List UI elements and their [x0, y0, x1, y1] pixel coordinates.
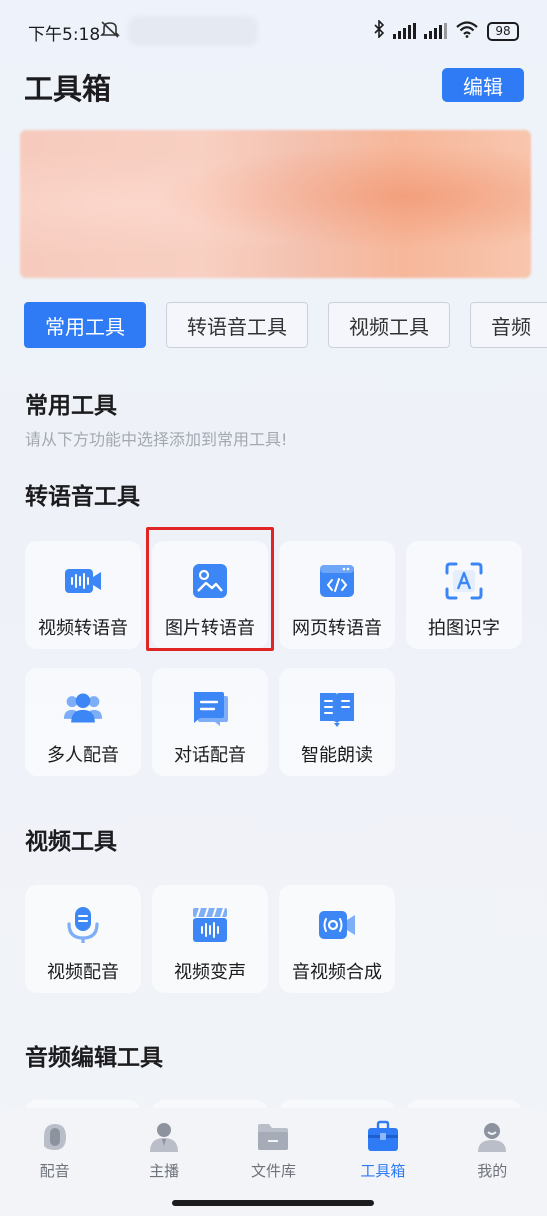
dubbing-icon: [38, 1120, 72, 1154]
tool-card-video-to-speech[interactable]: 视频转语音: [25, 541, 141, 649]
tool-card-multi-voice[interactable]: 多人配音: [25, 668, 141, 776]
tool-label: 视频配音: [47, 962, 119, 983]
webpage-code-icon: [317, 561, 357, 601]
section-title-video: 视频工具: [25, 829, 117, 855]
nav-label: 我的: [477, 1162, 508, 1180]
status-icons: 98: [373, 19, 519, 42]
chat-bubble-icon: [190, 688, 230, 728]
tool-label: 视频变声: [174, 962, 246, 983]
edit-button[interactable]: 编辑: [442, 68, 524, 102]
signal-hd-icon: [393, 23, 416, 39]
page-title: 工具箱: [24, 72, 112, 106]
tool-card-webpage-to-speech[interactable]: 网页转语音: [279, 541, 395, 649]
tool-card-dialogue-voice[interactable]: 对话配音: [152, 668, 268, 776]
tool-card-video-dubbing[interactable]: 视频配音: [25, 885, 141, 993]
tool-label: 网页转语音: [292, 618, 382, 639]
bluetooth-icon: [373, 19, 385, 42]
nav-item-dubbing[interactable]: 配音: [5, 1120, 105, 1181]
toolbox-icon: [366, 1120, 400, 1154]
tool-label: 音视频合成: [292, 962, 382, 983]
nav-label: 文件库: [250, 1162, 296, 1180]
tool-card-av-merge[interactable]: 音视频合成: [279, 885, 395, 993]
battery-indicator: 98: [487, 21, 519, 41]
blurred-notification-area: [128, 16, 258, 46]
nav-item-file-library[interactable]: 文件库: [223, 1120, 323, 1181]
text-scan-icon: [444, 561, 484, 601]
nav-item-anchor[interactable]: 主播: [114, 1120, 214, 1181]
tool-label: 对话配音: [174, 745, 246, 766]
anchor-user-icon: [147, 1120, 181, 1154]
home-indicator[interactable]: [172, 1200, 374, 1206]
tab-tts-tools[interactable]: 转语音工具: [166, 302, 308, 348]
tool-card-video-voice-change[interactable]: 视频变声: [152, 885, 268, 993]
nav-label: 主播: [149, 1162, 180, 1180]
signal-icon: [424, 23, 447, 39]
tool-card-smart-reading[interactable]: 智能朗读: [279, 668, 395, 776]
folder-icon: [256, 1120, 290, 1154]
tool-card-photo-text-recognition[interactable]: 拍图识字: [406, 541, 522, 649]
nav-label: 工具箱: [360, 1162, 406, 1180]
section-hint-common: 请从下方功能中选择添加到常用工具!: [25, 430, 288, 449]
microphone-icon: [63, 905, 103, 945]
tab-audio-tools[interactable]: 音频: [470, 302, 547, 348]
tab-video-tools[interactable]: 视频工具: [328, 302, 450, 348]
category-tabs: 常用工具 转语音工具 视频工具 音频: [24, 302, 547, 348]
nav-label: 配音: [39, 1162, 70, 1180]
highlight-box: [146, 527, 274, 651]
section-title-tts: 转语音工具: [25, 484, 140, 510]
video-audio-icon: [63, 561, 103, 601]
clapperboard-icon: [190, 905, 230, 945]
tool-label: 视频转语音: [38, 618, 128, 639]
camera-icon: [317, 905, 357, 945]
section-title-common: 常用工具: [25, 393, 117, 419]
nav-item-toolbox[interactable]: 工具箱: [333, 1120, 433, 1181]
tool-label: 拍图识字: [428, 618, 500, 639]
multi-user-icon: [63, 688, 103, 728]
status-bar: 下午5:18 98: [0, 0, 547, 64]
book-icon: [317, 688, 357, 728]
status-time: 下午5:18: [28, 25, 101, 45]
wifi-icon: [455, 20, 479, 42]
tool-label: 多人配音: [47, 745, 119, 766]
tool-label: 智能朗读: [301, 745, 373, 766]
notification-muted-icon: [100, 20, 120, 42]
section-title-audio: 音频编辑工具: [25, 1045, 163, 1071]
profile-icon: [475, 1120, 509, 1154]
promo-banner[interactable]: [20, 130, 531, 278]
nav-item-profile[interactable]: 我的: [442, 1120, 542, 1181]
tab-common-tools[interactable]: 常用工具: [24, 302, 146, 348]
